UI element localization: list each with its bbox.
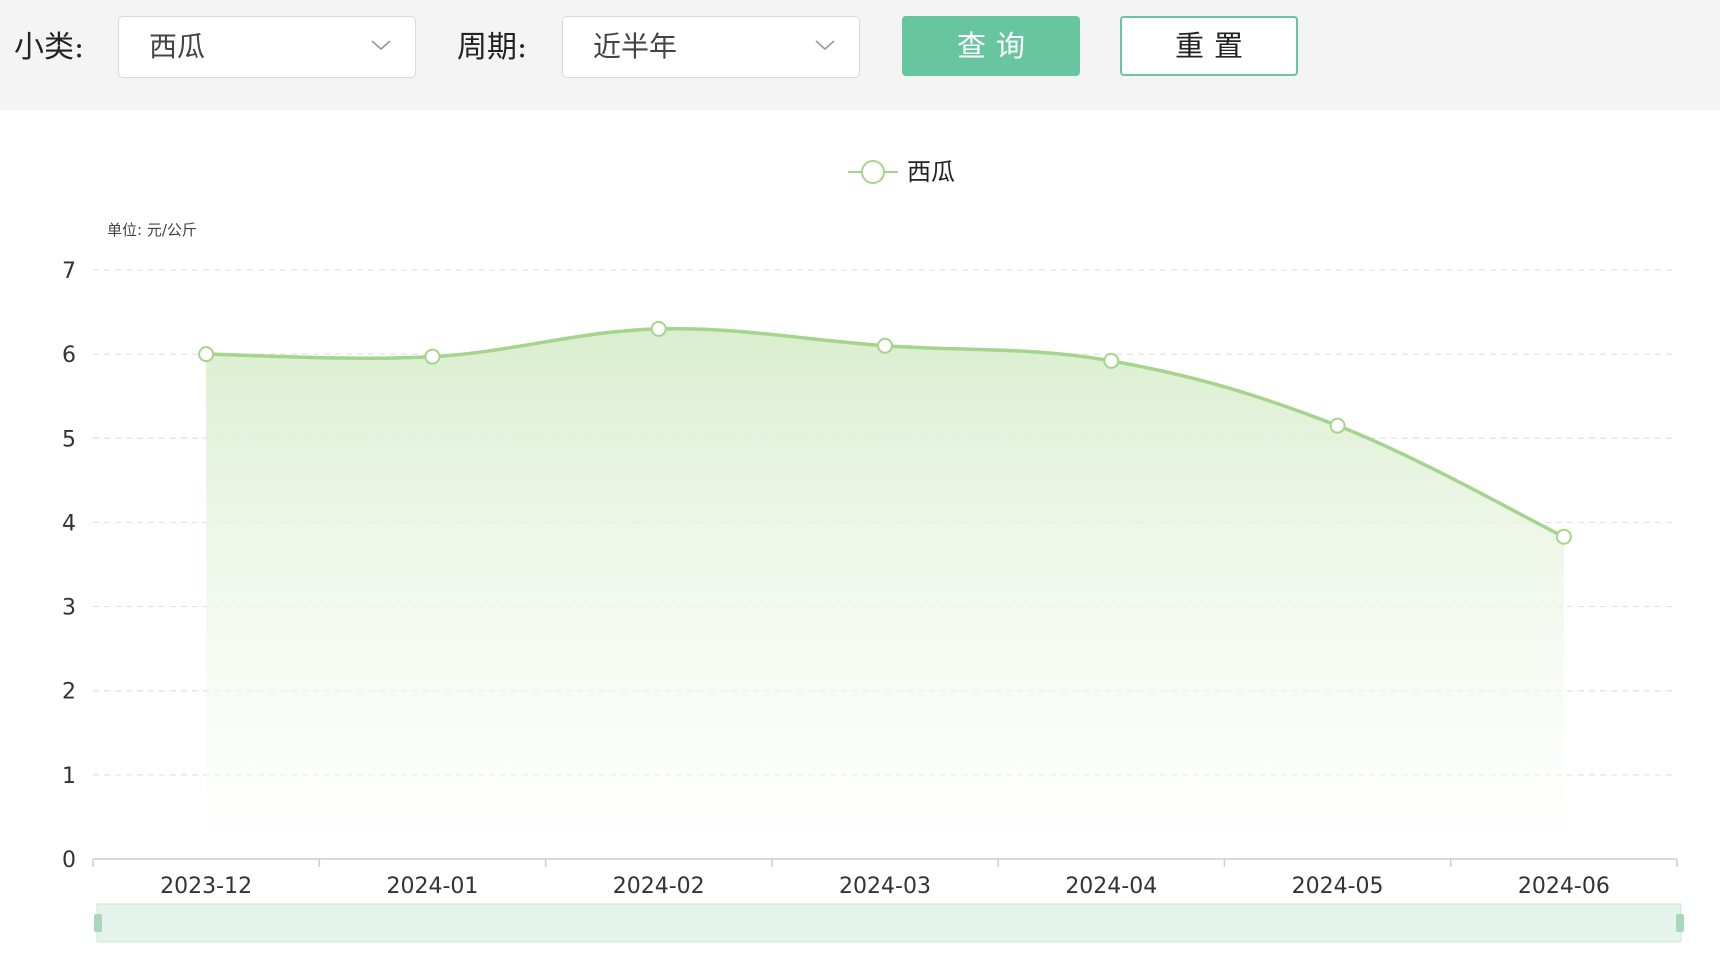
x-tick-label: 2024-05 — [1292, 874, 1384, 899]
y-tick-label: 2 — [62, 680, 76, 705]
y-tick-label: 4 — [62, 511, 76, 536]
area-fill — [206, 328, 1564, 859]
x-tick-label: 2024-02 — [613, 874, 705, 899]
y-axis-labels: 0 1 2 3 4 5 6 7 — [62, 259, 76, 873]
unit-label: 单位: 元/公斤 — [107, 221, 197, 239]
legend-marker-icon — [861, 160, 885, 184]
legend[interactable]: 西瓜 — [848, 158, 955, 186]
price-line-chart: 01234567 2023-12 2024-01 2024-02 2024-03 202… — [62, 158, 1684, 943]
query-button[interactable]: 查询 — [902, 16, 1080, 76]
filter-bar: 小类: 西瓜 周期: 近半年 查询 重置 — [0, 0, 1720, 110]
legend-label: 西瓜 — [907, 158, 955, 186]
x-tick-label: 2024-04 — [1065, 874, 1157, 899]
data-point[interactable] — [198, 346, 215, 363]
data-point[interactable] — [424, 348, 441, 365]
x-tick-label: 2024-01 — [386, 874, 478, 899]
category-label: 小类: — [14, 30, 85, 65]
chevron-down-icon — [815, 40, 835, 51]
series-area — [206, 328, 1564, 859]
y-tick-label: 1 — [62, 764, 76, 789]
data-zoom-handle-right[interactable] — [1676, 914, 1684, 932]
data-zoom-slider[interactable] — [94, 903, 1684, 943]
data-zoom-handle-left[interactable] — [94, 914, 102, 932]
data-point[interactable] — [650, 320, 667, 337]
x-tick-label: 2023-12 — [160, 874, 252, 899]
y-tick-label: 5 — [62, 427, 76, 452]
period-label: 周期: — [457, 30, 528, 65]
data-point[interactable] — [1103, 352, 1120, 369]
data-point[interactable] — [1555, 528, 1572, 545]
x-axis — [92, 858, 1678, 867]
chevron-down-icon — [371, 40, 391, 51]
data-zoom-track[interactable] — [96, 903, 1682, 943]
period-select[interactable]: 近半年 — [562, 16, 860, 78]
y-tick-label: 6 — [62, 343, 76, 368]
category-select[interactable]: 西瓜 — [118, 16, 416, 78]
x-tick-label: 2024-03 — [839, 874, 931, 899]
data-point[interactable] — [877, 337, 893, 354]
y-tick-label: 0 — [62, 848, 76, 873]
data-point[interactable] — [1329, 417, 1346, 434]
x-axis-labels: 2023-12 2024-01 2024-02 2024-03 2024-04 2024-… — [160, 874, 1610, 899]
category-select-value: 西瓜 — [149, 30, 206, 63]
period-select-value: 近半年 — [593, 30, 678, 63]
y-tick-label: 3 — [62, 596, 76, 621]
y-tick-label: 7 — [62, 259, 76, 284]
x-tick-label: 2024-06 — [1518, 874, 1610, 899]
reset-button[interactable]: 重置 — [1120, 16, 1298, 76]
